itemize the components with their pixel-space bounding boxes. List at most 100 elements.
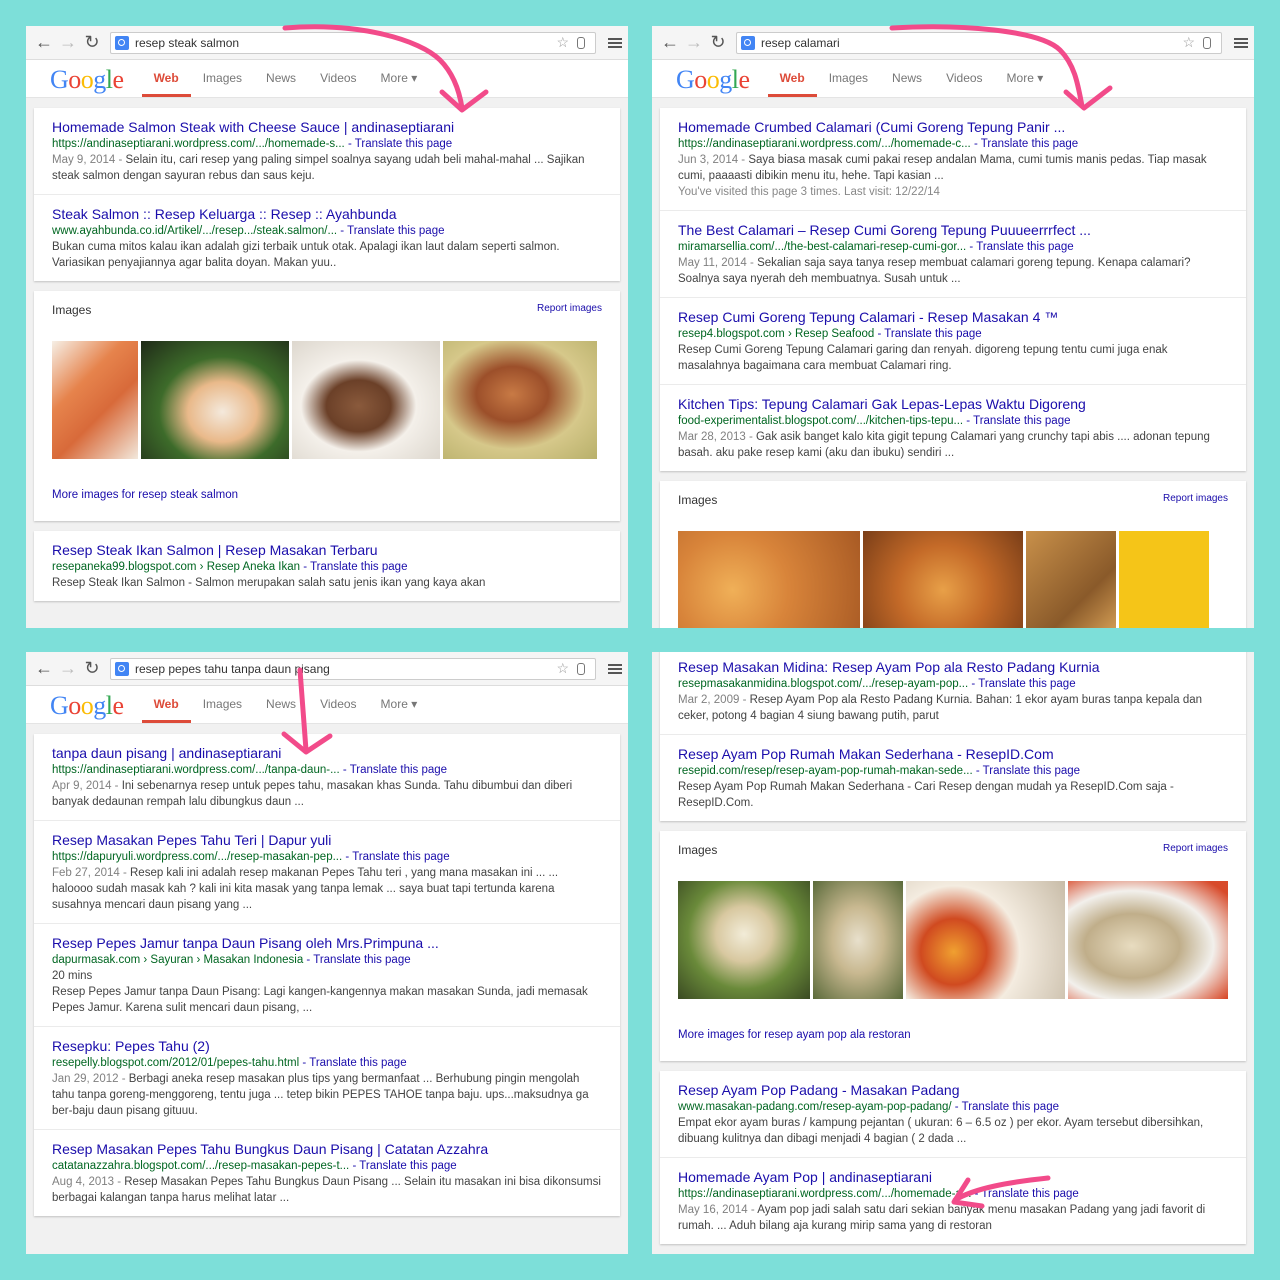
tab-news[interactable]: News bbox=[880, 71, 934, 97]
forward-icon[interactable]: → bbox=[682, 31, 706, 55]
translate-link[interactable]: - Translate this page bbox=[971, 678, 1075, 690]
more-images-link[interactable]: More images for resep ayam pop ala resto… bbox=[678, 1029, 1228, 1051]
result-title[interactable]: Resep Pepes Jamur tanpa Daun Pisang oleh… bbox=[52, 934, 602, 952]
tab-more[interactable]: More ▾ bbox=[369, 697, 430, 723]
menu-icon[interactable] bbox=[1234, 37, 1248, 48]
translate-link[interactable]: - Translate this page bbox=[877, 328, 981, 340]
images-label: Images bbox=[678, 493, 718, 507]
result-title[interactable]: The Best Calamari – Resep Cumi Goreng Te… bbox=[678, 221, 1228, 239]
result-date: Jun 3, 2014 - bbox=[678, 154, 749, 166]
result-title[interactable]: Homemade Salmon Steak with Cheese Sauce … bbox=[52, 118, 602, 136]
result-title[interactable]: Resep Masakan Pepes Tahu Bungkus Daun Pi… bbox=[52, 1140, 602, 1158]
image-thumbnail[interactable] bbox=[141, 341, 289, 459]
address-bar[interactable]: resep steak salmon ☆ bbox=[110, 31, 596, 54]
microphone-icon[interactable] bbox=[577, 36, 585, 49]
translate-link[interactable]: - Translate this page bbox=[966, 415, 1070, 427]
address-bar[interactable]: resep calamari ☆ bbox=[736, 31, 1222, 54]
image-thumbnail[interactable] bbox=[1068, 881, 1228, 999]
reload-icon[interactable]: ↻ bbox=[706, 31, 730, 55]
back-icon[interactable]: ← bbox=[658, 31, 682, 55]
report-images-link[interactable]: Report images bbox=[1163, 493, 1228, 507]
tab-images[interactable]: Images bbox=[817, 71, 880, 97]
report-images-link[interactable]: Report images bbox=[1163, 843, 1228, 857]
tab-more[interactable]: More ▾ bbox=[995, 71, 1056, 97]
search-result: Resep Ayam Pop Padang - Masakan Padang w… bbox=[660, 1071, 1246, 1158]
tab-videos[interactable]: Videos bbox=[308, 697, 368, 723]
image-thumbnail[interactable] bbox=[905, 881, 1066, 999]
tab-web[interactable]: Web bbox=[767, 71, 817, 97]
search-result: Resep Steak Ikan Salmon | Resep Masakan … bbox=[34, 531, 620, 601]
translate-link[interactable]: - Translate this page bbox=[306, 954, 410, 966]
result-title[interactable]: Resep Ayam Pop Rumah Makan Sederhana - R… bbox=[678, 745, 1228, 763]
tab-news[interactable]: News bbox=[254, 71, 308, 97]
tab-news[interactable]: News bbox=[254, 697, 308, 723]
result-title[interactable]: Steak Salmon :: Resep Keluarga :: Resep … bbox=[52, 205, 602, 223]
translate-link[interactable]: - Translate this page bbox=[969, 241, 1073, 253]
image-thumbnail[interactable] bbox=[863, 531, 1023, 628]
image-thumbnail[interactable] bbox=[1026, 531, 1116, 628]
result-title[interactable]: tanpa daun pisang | andinaseptiarani bbox=[52, 744, 602, 762]
more-images-link[interactable]: More images for resep steak salmon bbox=[52, 489, 602, 511]
back-icon[interactable]: ← bbox=[32, 657, 56, 681]
image-thumbnail[interactable] bbox=[812, 881, 903, 999]
panel-ayam-pop: Resep Masakan Midina: Resep Ayam Pop ala… bbox=[652, 652, 1254, 1254]
result-title[interactable]: Homemade Ayam Pop | andinaseptiarani bbox=[678, 1168, 1228, 1186]
forward-icon[interactable]: → bbox=[56, 657, 80, 681]
reload-icon[interactable]: ↻ bbox=[80, 657, 104, 681]
panel-calamari: ← → ↻ resep calamari ☆ Google Web Images… bbox=[652, 26, 1254, 628]
translate-link[interactable]: - Translate this page bbox=[352, 1160, 456, 1172]
image-thumbnail[interactable] bbox=[678, 531, 860, 628]
result-title[interactable]: Resep Masakan Pepes Tahu Teri | Dapur yu… bbox=[52, 831, 602, 849]
translate-link[interactable]: - Translate this page bbox=[975, 1188, 1079, 1200]
translate-link[interactable]: - Translate this page bbox=[955, 1101, 1059, 1113]
result-title[interactable]: Resepku: Pepes Tahu (2) bbox=[52, 1037, 602, 1055]
translate-link[interactable]: - Translate this page bbox=[302, 1057, 406, 1069]
result-date: May 11, 2014 - bbox=[678, 257, 758, 269]
result-title[interactable]: Resep Masakan Midina: Resep Ayam Pop ala… bbox=[678, 658, 1228, 676]
translate-link[interactable]: - Translate this page bbox=[348, 138, 452, 150]
image-thumbnail[interactable] bbox=[52, 341, 138, 459]
report-images-link[interactable]: Report images bbox=[537, 303, 602, 317]
panel-pepes-tahu: ← → ↻ resep pepes tahu tanpa daun pisang… bbox=[26, 652, 628, 1254]
microphone-icon[interactable] bbox=[1203, 36, 1211, 49]
translate-link[interactable]: - Translate this page bbox=[340, 225, 444, 237]
menu-icon[interactable] bbox=[608, 663, 622, 674]
translate-link[interactable]: - Translate this page bbox=[976, 765, 1080, 777]
menu-icon[interactable] bbox=[608, 37, 622, 48]
result-title[interactable]: Kitchen Tips: Tepung Calamari Gak Lepas-… bbox=[678, 395, 1228, 413]
forward-icon[interactable]: → bbox=[56, 31, 80, 55]
result-title[interactable]: Resep Cumi Goreng Tepung Calamari - Rese… bbox=[678, 308, 1228, 326]
image-thumbnail[interactable] bbox=[678, 881, 810, 999]
tab-web[interactable]: Web bbox=[141, 697, 191, 723]
result-date: Jan 29, 2012 - bbox=[52, 1073, 129, 1085]
result-title[interactable]: Resep Ayam Pop Padang - Masakan Padang bbox=[678, 1081, 1228, 1099]
tab-videos[interactable]: Videos bbox=[308, 71, 368, 97]
reload-icon[interactable]: ↻ bbox=[80, 31, 104, 55]
image-thumbnail[interactable] bbox=[443, 341, 597, 459]
google-logo[interactable]: Google bbox=[676, 63, 750, 97]
tab-images[interactable]: Images bbox=[191, 697, 254, 723]
translate-link[interactable]: - Translate this page bbox=[303, 561, 407, 573]
tab-more[interactable]: More ▾ bbox=[369, 71, 430, 97]
result-title[interactable]: Homemade Crumbed Calamari (Cumi Goreng T… bbox=[678, 118, 1228, 136]
bookmark-star-icon[interactable]: ☆ bbox=[556, 34, 569, 51]
result-title[interactable]: Resep Steak Ikan Salmon | Resep Masakan … bbox=[52, 541, 602, 559]
image-thumbnail[interactable] bbox=[1119, 531, 1209, 628]
result-snippet: Ayam pop jadi salah satu dari sekian ban… bbox=[678, 1204, 1206, 1232]
back-icon[interactable]: ← bbox=[32, 31, 56, 55]
translate-link[interactable]: - Translate this page bbox=[974, 138, 1078, 150]
google-logo[interactable]: Google bbox=[50, 689, 124, 723]
bookmark-star-icon[interactable]: ☆ bbox=[1182, 34, 1195, 51]
tab-images[interactable]: Images bbox=[191, 71, 254, 97]
image-thumbnail[interactable] bbox=[292, 341, 440, 459]
translate-link[interactable]: - Translate this page bbox=[343, 764, 447, 776]
translate-link[interactable]: - Translate this page bbox=[345, 851, 449, 863]
bookmark-star-icon[interactable]: ☆ bbox=[556, 660, 569, 677]
google-logo[interactable]: Google bbox=[50, 63, 124, 97]
tab-videos[interactable]: Videos bbox=[934, 71, 994, 97]
result-url: https://andinaseptiarani.wordpress.com/.… bbox=[52, 138, 345, 150]
address-bar[interactable]: resep pepes tahu tanpa daun pisang ☆ bbox=[110, 657, 596, 680]
microphone-icon[interactable] bbox=[577, 662, 585, 675]
result-snippet: Ini sebenarnya resep untuk pepes tahu, m… bbox=[52, 780, 573, 808]
tab-web[interactable]: Web bbox=[141, 71, 191, 97]
